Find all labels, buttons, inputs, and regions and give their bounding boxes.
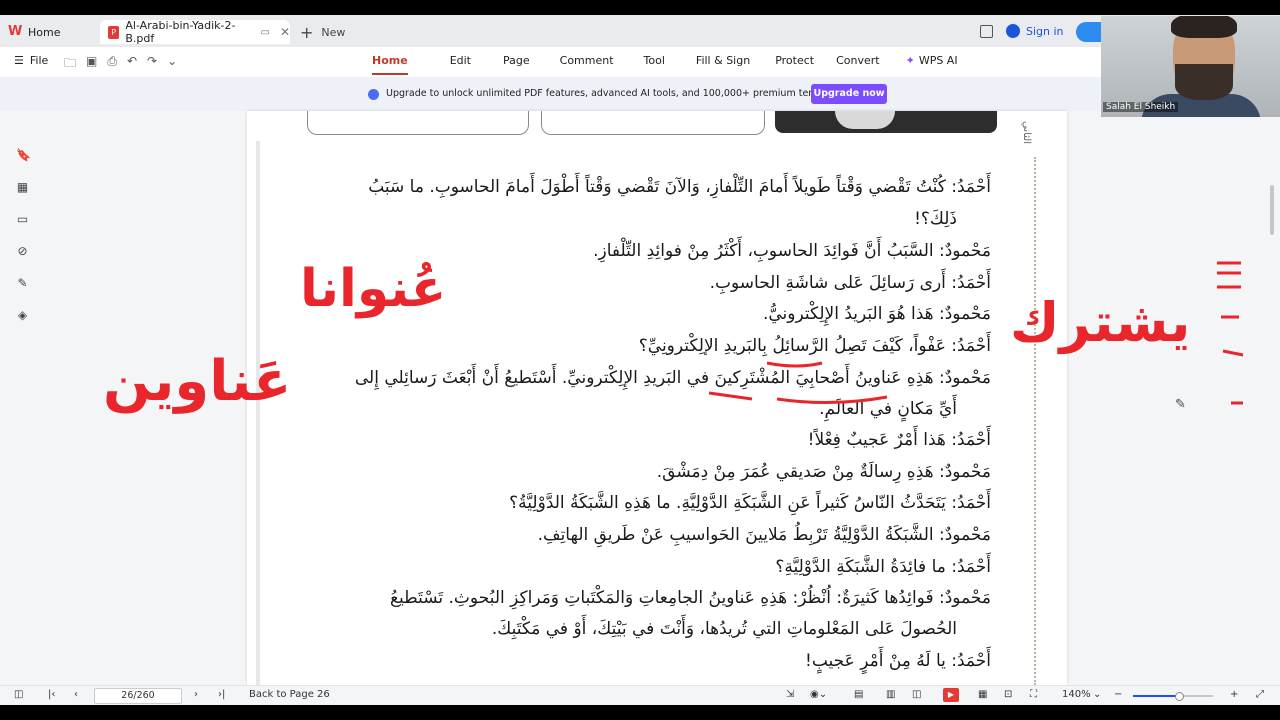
chevron-down-icon[interactable]: ⌄ [1093,689,1101,700]
single-page-icon[interactable]: ▤ [854,689,863,700]
zoom-in-icon[interactable]: + [1230,689,1238,700]
pdf-file-icon: P [108,25,120,39]
webcam-person [1175,64,1233,100]
handwritten-dashes [1217,261,1244,405]
thumbnail-icon[interactable]: ▦ [16,181,29,194]
menu-wps-ai[interactable]: ✦ WPS AI [906,47,958,77]
print-icon[interactable]: ⎙ [107,54,117,75]
fullscreen-icon[interactable]: ⛶ [1030,689,1037,700]
window-copy-icon[interactable] [980,25,993,38]
zoom-slider[interactable] [1133,692,1213,701]
webcam-person [1171,16,1237,38]
tab-window-icon[interactable]: ▭ [260,27,269,38]
file-menu[interactable]: ☰ File [14,54,48,67]
wps-pdf-window: W Home P Al-Arabi-bin-Yadik-2-B.pdf ▭ ✕ … [0,15,1280,705]
new-tab-label: New [321,25,346,39]
quick-access-toolbar: 🗀 ▣ ⎙ ↶ ↷ ⌄ [64,54,177,75]
last-page-icon[interactable]: ›| [218,689,225,700]
zoom-level[interactable]: 140% [1062,689,1091,700]
file-menu-label: File [29,54,49,67]
zoom-out-icon[interactable]: − [1114,689,1122,700]
sign-in-label: Sign in [1026,24,1064,38]
menu-home[interactable]: Home [372,47,408,77]
continuous-page-icon[interactable]: ▥ [886,689,895,700]
tab-home[interactable]: W Home [8,20,98,44]
handwritten-annotation: عُنوانا [300,259,447,319]
tab-home-label: Home [28,25,61,39]
sign-in-button[interactable]: Sign in [1006,24,1064,38]
export-icon[interactable]: ⇲ [786,689,794,700]
first-page-icon[interactable]: |‹ [48,689,55,700]
zoom-slider-fill [1133,695,1177,697]
left-sidebar: 🔖 ▦ ▭ ⊘ ✎ ◈ [0,111,46,685]
expand-icon[interactable]: ⤢ [1256,689,1264,700]
screen-bottom-bar [0,705,1280,720]
plus-icon: + [300,22,314,42]
sidebar-toggle-icon[interactable]: ◫ [14,689,23,700]
zoom-slider-knob[interactable] [1175,692,1184,701]
menu-convert[interactable]: Convert [836,47,880,77]
open-folder-icon[interactable]: 🗀 [64,54,76,75]
menu-comment[interactable]: Comment [560,47,614,77]
pdf-page: الثاني أَحْمَدُ: كُنْتُ تَقْضي وَقْتاً ط… [247,111,1067,685]
menu-tool[interactable]: Tool [644,47,665,77]
menu-page[interactable]: Page [503,47,530,77]
status-bar: ◫ |‹ ‹ 26/260 › ›| Back to Page 26 ⇲ ◉⌄ … [0,685,1280,705]
bookmark-icon[interactable]: 🔖 [16,149,31,162]
handwritten-annotation: عَناوين [103,349,292,414]
two-page-icon[interactable]: ◫ [912,689,921,700]
eye-icon[interactable]: ◉⌄ [810,689,827,700]
upgrade-banner: Upgrade to unlock unlimited PDF features… [0,77,1100,111]
menu-edit[interactable]: Edit [450,47,471,77]
tab-bar: W Home P Al-Arabi-bin-Yadik-2-B.pdf ▭ ✕ … [0,15,1280,47]
layers-icon[interactable]: ◈ [16,309,29,322]
ink-underlines [708,361,888,405]
handwritten-annotation: يشترك [1010,291,1191,354]
fit-page-icon[interactable]: ⊡ [1004,689,1012,700]
comment-icon[interactable]: ▭ [16,213,29,226]
redo-icon[interactable]: ↷ [147,54,157,75]
undo-icon[interactable]: ↶ [127,54,137,75]
menu-protect[interactable]: Protect [775,47,814,77]
grid-view-icon[interactable]: ▦ [978,689,987,700]
hamburger-icon: ☰ [14,54,24,67]
new-tab-button[interactable]: + New [300,20,360,44]
tab-document-label: Al-Arabi-bin-Yadik-2-B.pdf [125,19,236,45]
prev-page-icon[interactable]: ‹ [74,689,78,700]
menu-fill-sign[interactable]: Fill & Sign [696,47,750,77]
webcam-name-label: Salah El Sheikh [1103,102,1179,112]
upgrade-now-button[interactable]: Upgrade now [811,84,887,104]
pen-cursor-icon: ✎ [1175,397,1186,412]
sparkle-icon: ✦ [905,54,915,67]
webcam-overlay: Salah El Sheikh [1101,16,1280,117]
user-avatar-icon [1006,24,1020,38]
back-to-page-link[interactable]: Back to Page 26 [249,689,330,700]
ribbon-tabs: Home Edit Page Comment Tool Fill & Sign … [372,47,958,77]
chevron-down-icon[interactable]: ⌄ [167,54,177,75]
page-number-input[interactable]: 26/260 [94,688,182,704]
play-icon[interactable]: ▶ [943,688,959,702]
wps-logo-icon: W [8,24,23,39]
banner-text: Upgrade to unlock unlimited PDF features… [386,88,850,99]
document-area: الثاني أَحْمَدُ: كُنْتُ تَقْضي وَقْتاً ط… [45,111,1266,685]
next-page-icon[interactable]: › [194,689,198,700]
tab-document[interactable]: P Al-Arabi-bin-Yadik-2-B.pdf ▭ ✕ [100,19,290,45]
vertical-scrollbar[interactable] [1270,185,1274,235]
menu-wps-ai-label: WPS AI [918,54,958,67]
close-tab-icon[interactable]: ✕ [280,25,290,39]
menu-bar: ☰ File 🗀 ▣ ⎙ ↶ ↷ ⌄ Home Edit Page Commen… [0,47,1280,77]
signature-icon[interactable]: ✎ [16,277,29,290]
info-icon [368,89,379,100]
save-icon[interactable]: ▣ [86,54,97,75]
attachment-icon[interactable]: ⊘ [16,245,29,258]
